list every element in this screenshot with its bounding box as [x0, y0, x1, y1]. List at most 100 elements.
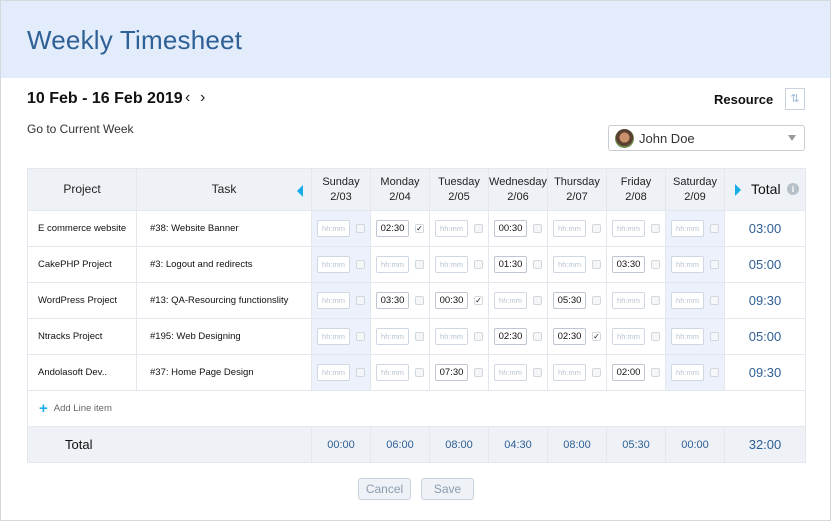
entry-checkbox[interactable]: [474, 332, 483, 341]
entry-checkbox[interactable]: ✓: [592, 332, 601, 341]
next-week-chevron-right-icon[interactable]: ›: [200, 89, 205, 107]
time-input[interactable]: 00:30: [494, 220, 527, 237]
day-entry-cell: 03:30: [370, 282, 430, 319]
totals-label: Total: [27, 426, 312, 463]
day-entry-cell: hh:mm: [547, 246, 607, 283]
entry-checkbox[interactable]: [651, 368, 660, 377]
time-input[interactable]: hh:mm: [317, 364, 350, 381]
time-input[interactable]: hh:mm: [317, 328, 350, 345]
go-to-current-week-link[interactable]: Go to Current Week: [27, 122, 134, 136]
entry-checkbox[interactable]: [356, 368, 365, 377]
time-input[interactable]: hh:mm: [671, 364, 704, 381]
entry-checkbox[interactable]: [415, 296, 424, 305]
time-input[interactable]: 05:30: [553, 292, 586, 309]
entry-checkbox[interactable]: [710, 260, 719, 269]
day-entry-cell: 07:30: [429, 354, 489, 391]
entry-checkbox[interactable]: [415, 332, 424, 341]
time-input[interactable]: hh:mm: [671, 220, 704, 237]
time-input[interactable]: hh:mm: [612, 220, 645, 237]
time-input[interactable]: hh:mm: [553, 364, 586, 381]
entry-checkbox[interactable]: [592, 296, 601, 305]
time-input[interactable]: 02:30: [494, 328, 527, 345]
row-total: 05:00: [724, 318, 806, 355]
table-row: E commerce website #38: Website Banner hh…: [27, 210, 806, 247]
expand-right-icon[interactable]: [735, 184, 741, 196]
entry-checkbox[interactable]: [710, 296, 719, 305]
entry-checkbox[interactable]: [710, 224, 719, 233]
entry-checkbox[interactable]: [651, 332, 660, 341]
time-input[interactable]: hh:mm: [376, 364, 409, 381]
entry-checkbox[interactable]: [474, 368, 483, 377]
column-header-day: Monday 2/04: [370, 168, 430, 211]
entry-checkbox[interactable]: [474, 260, 483, 269]
entry-checkbox[interactable]: [533, 368, 542, 377]
day-entry-cell: hh:mm: [547, 354, 607, 391]
entry-checkbox[interactable]: [592, 224, 601, 233]
time-input[interactable]: hh:mm: [317, 256, 350, 273]
add-line-item-button[interactable]: + Add Line item: [28, 401, 805, 416]
time-input[interactable]: 03:30: [376, 292, 409, 309]
entry-checkbox[interactable]: [710, 368, 719, 377]
entry-checkbox[interactable]: [356, 224, 365, 233]
time-input[interactable]: hh:mm: [671, 256, 704, 273]
prev-week-chevron-left-icon[interactable]: ‹: [185, 89, 190, 107]
sort-icon[interactable]: ⇅: [785, 88, 805, 110]
entry-checkbox[interactable]: [710, 332, 719, 341]
page-title: Weekly Timesheet: [27, 25, 243, 55]
time-input[interactable]: 02:00: [612, 364, 645, 381]
time-input[interactable]: hh:mm: [553, 220, 586, 237]
time-input[interactable]: hh:mm: [376, 328, 409, 345]
time-input[interactable]: hh:mm: [435, 256, 468, 273]
column-header-day: Tuesday 2/05: [429, 168, 489, 211]
time-input[interactable]: hh:mm: [317, 220, 350, 237]
time-input[interactable]: hh:mm: [494, 292, 527, 309]
entry-checkbox[interactable]: [533, 260, 542, 269]
time-input[interactable]: hh:mm: [494, 364, 527, 381]
time-input[interactable]: hh:mm: [376, 256, 409, 273]
time-input[interactable]: hh:mm: [612, 292, 645, 309]
day-name: Sunday: [322, 175, 360, 188]
entry-checkbox[interactable]: ✓: [415, 224, 424, 233]
collapse-left-icon[interactable]: [297, 185, 303, 197]
time-input[interactable]: hh:mm: [612, 328, 645, 345]
resource-select[interactable]: John Doe: [608, 125, 805, 151]
entry-checkbox[interactable]: [651, 296, 660, 305]
entry-checkbox[interactable]: [533, 224, 542, 233]
time-input[interactable]: hh:mm: [553, 256, 586, 273]
time-input[interactable]: 03:30: [612, 256, 645, 273]
entry-checkbox[interactable]: [592, 260, 601, 269]
time-input[interactable]: 00:30: [435, 292, 468, 309]
entry-checkbox[interactable]: [592, 368, 601, 377]
day-date: 2/04: [389, 190, 411, 203]
entry-checkbox[interactable]: [533, 296, 542, 305]
entry-checkbox[interactable]: [415, 368, 424, 377]
day-date: 2/05: [448, 190, 470, 203]
day-entry-cell: hh:mm: [665, 354, 725, 391]
entry-checkbox[interactable]: [356, 260, 365, 269]
entry-checkbox[interactable]: [651, 224, 660, 233]
time-input[interactable]: hh:mm: [435, 328, 468, 345]
time-input[interactable]: hh:mm: [435, 220, 468, 237]
time-input[interactable]: 02:30: [376, 220, 409, 237]
cancel-button[interactable]: Cancel: [358, 478, 411, 500]
entry-checkbox[interactable]: [415, 260, 424, 269]
column-header-day: Friday 2/08: [606, 168, 666, 211]
time-input[interactable]: 07:30: [435, 364, 468, 381]
entry-checkbox[interactable]: [356, 296, 365, 305]
time-input[interactable]: hh:mm: [671, 328, 704, 345]
entry-checkbox[interactable]: [356, 332, 365, 341]
day-entry-cell: hh:mm: [311, 318, 371, 355]
time-input[interactable]: 02:30: [553, 328, 586, 345]
add-line-row: + Add Line item: [27, 390, 806, 427]
entry-checkbox[interactable]: [651, 260, 660, 269]
table-header-row: Project Task Sunday 2/03 Monday 2/04 Tuesd…: [27, 168, 806, 211]
time-input[interactable]: 01:30: [494, 256, 527, 273]
info-icon[interactable]: i: [787, 183, 799, 195]
entry-checkbox[interactable]: [533, 332, 542, 341]
save-button[interactable]: Save: [421, 478, 474, 500]
entry-checkbox[interactable]: [474, 224, 483, 233]
time-input[interactable]: hh:mm: [317, 292, 350, 309]
entry-checkbox[interactable]: ✓: [474, 296, 483, 305]
time-input[interactable]: hh:mm: [671, 292, 704, 309]
column-header-task-label: Task: [211, 182, 237, 196]
